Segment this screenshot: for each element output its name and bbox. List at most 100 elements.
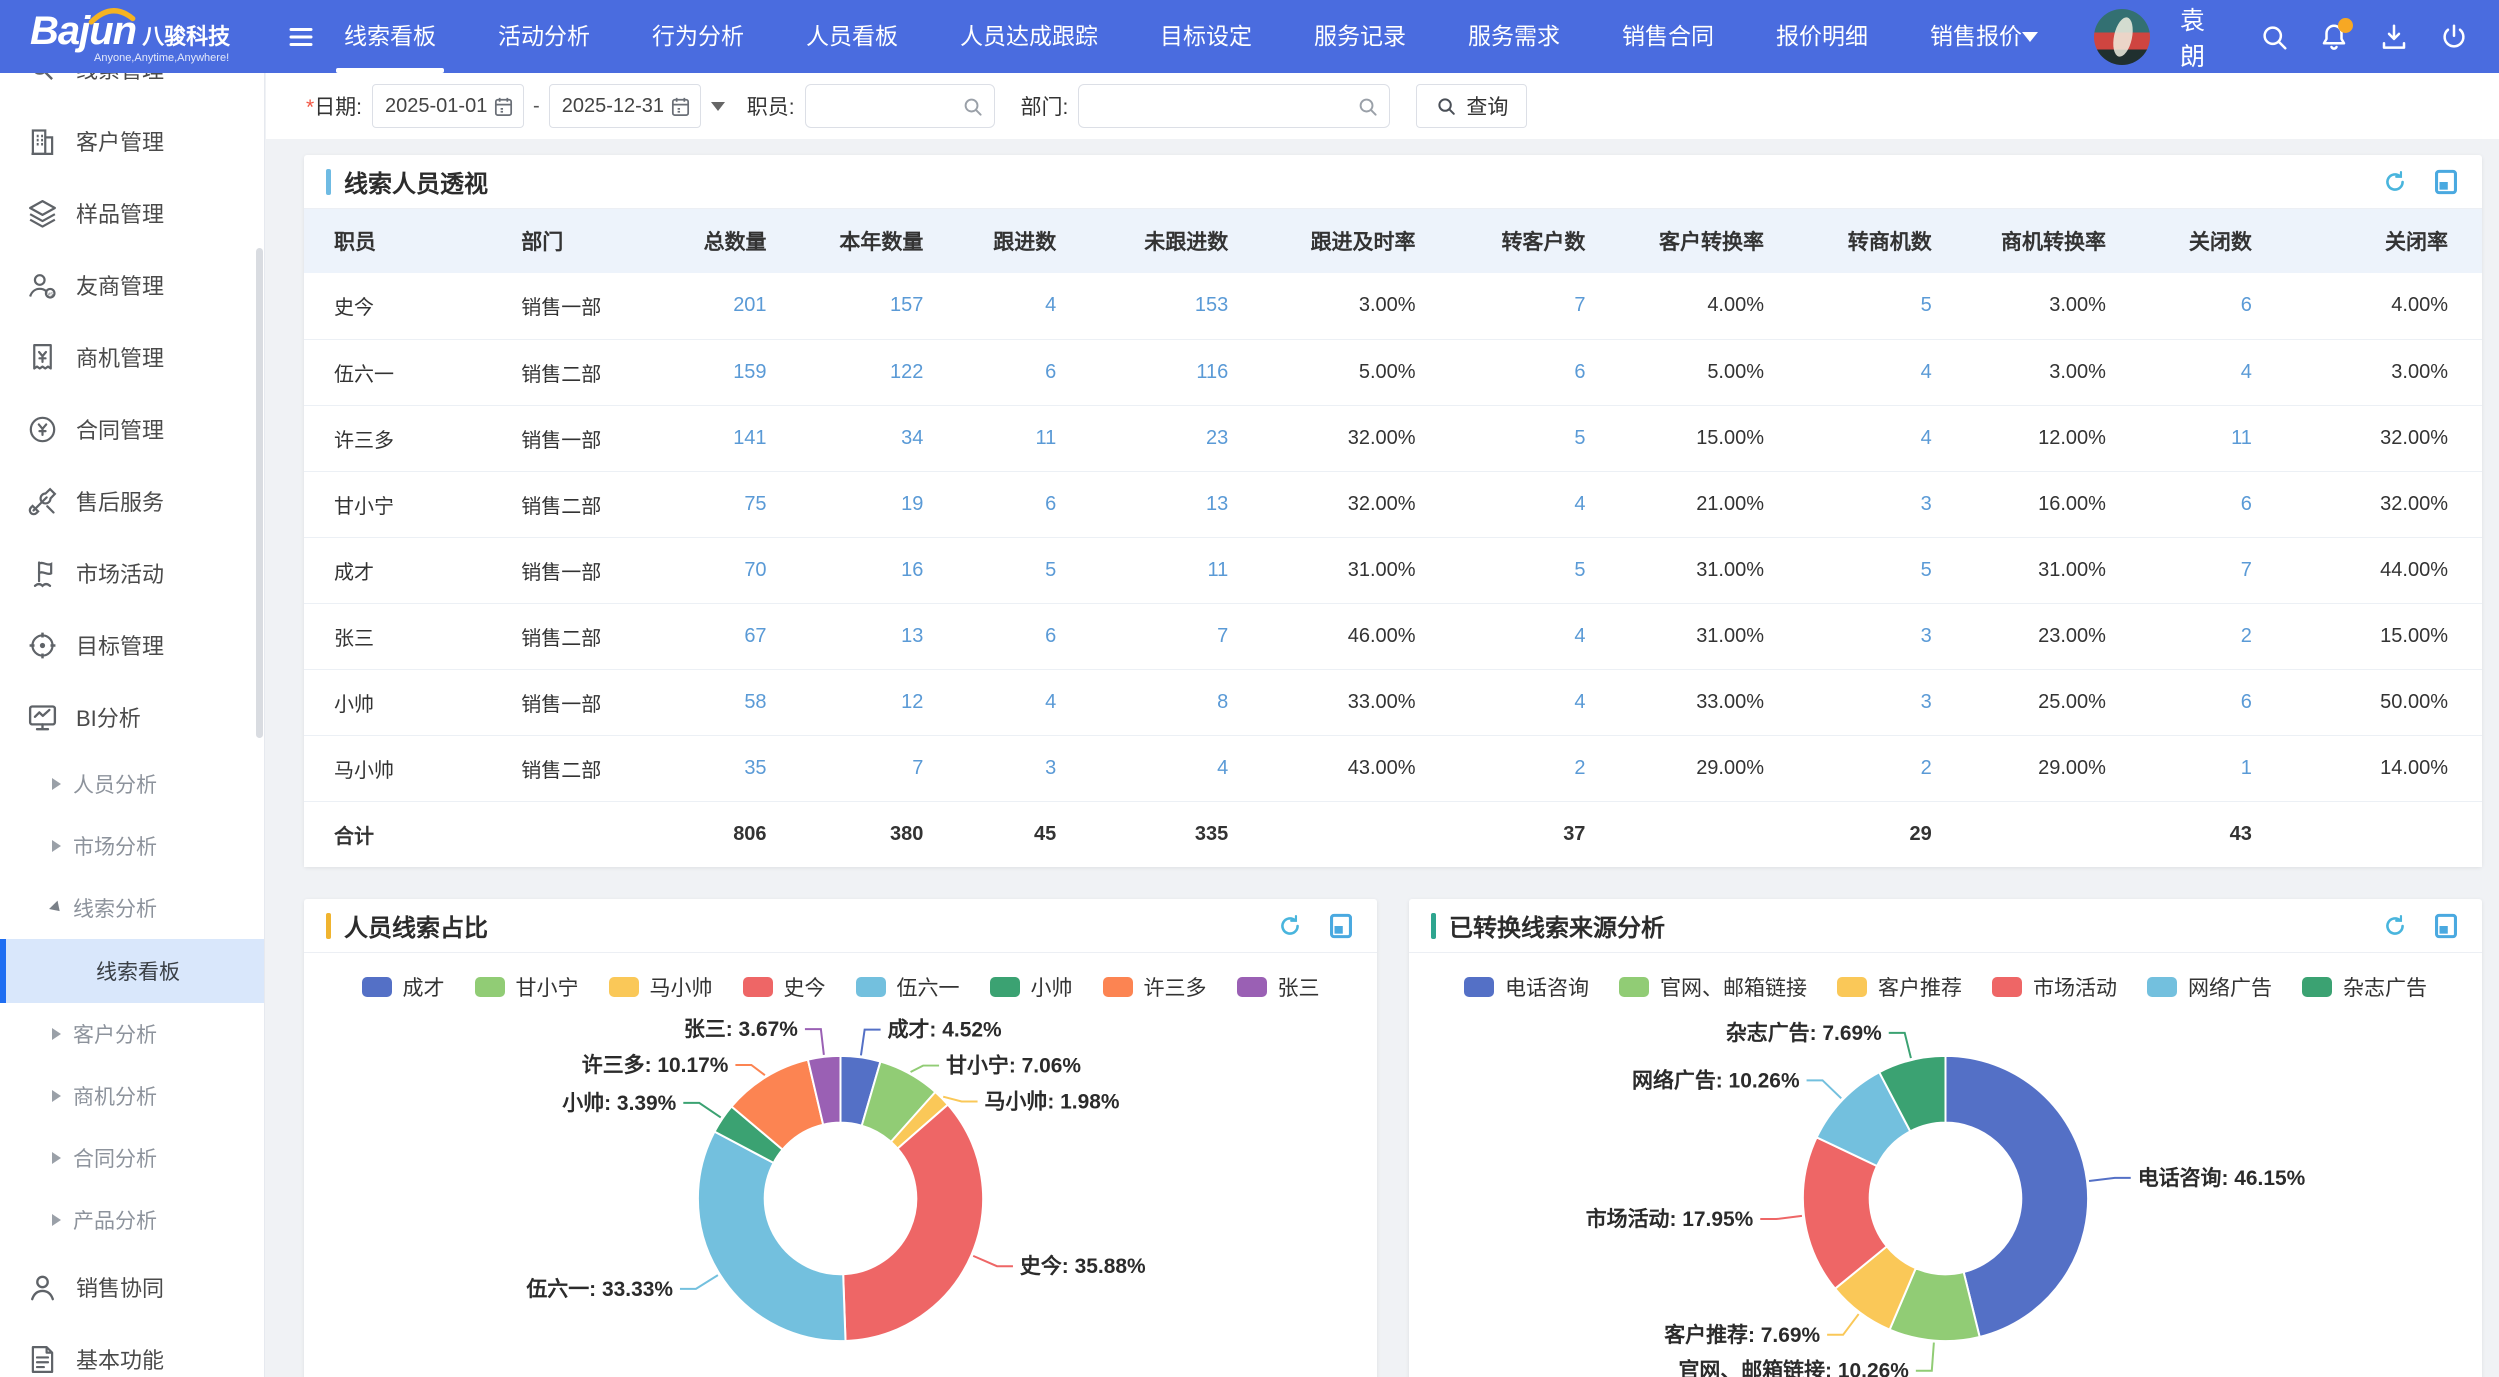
count-link-cell[interactable]: 35 bbox=[670, 735, 801, 801]
date-preset-caret-icon[interactable] bbox=[711, 102, 725, 111]
count-link-cell[interactable]: 6 bbox=[957, 339, 1090, 405]
count-link-cell[interactable]: 1 bbox=[2140, 735, 2286, 801]
sidebar-item-销售协同[interactable]: 销售协同 bbox=[0, 1251, 264, 1323]
donut-chart-personnel[interactable]: 成才: 4.52%甘小宁: 7.06%马小帅: 1.98%史今: 35.88%伍… bbox=[304, 1009, 1377, 1377]
count-link-cell[interactable]: 11 bbox=[1090, 537, 1262, 603]
download-icon[interactable] bbox=[2379, 22, 2409, 52]
count-link-cell[interactable]: 23 bbox=[1090, 405, 1262, 471]
legend-item-官网、邮箱链接[interactable]: 官网、邮箱链接 bbox=[1619, 972, 1807, 1002]
count-link-cell[interactable]: 6 bbox=[1450, 339, 1620, 405]
count-link-cell[interactable]: 11 bbox=[2140, 405, 2286, 471]
count-link-cell[interactable]: 19 bbox=[801, 471, 958, 537]
nav-item-目标设定[interactable]: 目标设定 bbox=[1160, 0, 1252, 73]
sidebar-item-合同管理[interactable]: 合同管理 bbox=[0, 393, 264, 465]
count-link-cell[interactable]: 2 bbox=[1798, 735, 1966, 801]
date-end-input[interactable]: 2025-12-31 bbox=[549, 84, 701, 128]
count-link-cell[interactable]: 7 bbox=[1450, 273, 1620, 339]
count-link-cell[interactable]: 6 bbox=[957, 603, 1090, 669]
sidebar-item-商机管理[interactable]: 商机管理 bbox=[0, 321, 264, 393]
count-link-cell[interactable]: 4 bbox=[957, 669, 1090, 735]
count-link-cell[interactable]: 67 bbox=[670, 603, 801, 669]
legend-item-甘小宁[interactable]: 甘小宁 bbox=[475, 972, 579, 1002]
count-link-cell[interactable]: 201 bbox=[670, 273, 801, 339]
pie-slice-史今[interactable] bbox=[843, 1105, 983, 1341]
count-link-cell[interactable]: 153 bbox=[1090, 273, 1262, 339]
sidebar-item-客户管理[interactable]: 客户管理 bbox=[0, 105, 264, 177]
sidebar-item-基本功能[interactable]: 基本功能 bbox=[0, 1323, 264, 1377]
count-link-cell[interactable]: 4 bbox=[1090, 735, 1262, 801]
count-link-cell[interactable]: 8 bbox=[1090, 669, 1262, 735]
count-link-cell[interactable]: 4 bbox=[1450, 669, 1620, 735]
legend-item-张三[interactable]: 张三 bbox=[1237, 972, 1320, 1002]
sidebar-item-线索管理[interactable]: 线索管理 bbox=[0, 73, 264, 105]
count-link-cell[interactable]: 2 bbox=[2140, 603, 2286, 669]
user-name[interactable]: 袁朗 bbox=[2180, 1, 2229, 73]
legend-item-杂志广告[interactable]: 杂志广告 bbox=[2302, 972, 2427, 1002]
sidebar-subitem-线索分析[interactable]: 线索分析 bbox=[0, 877, 264, 939]
refresh-icon[interactable] bbox=[1277, 913, 1303, 939]
count-link-cell[interactable]: 11 bbox=[957, 405, 1090, 471]
legend-item-网络广告[interactable]: 网络广告 bbox=[2147, 972, 2272, 1002]
sidebar-scrollbar[interactable] bbox=[256, 248, 263, 738]
legend-item-成才[interactable]: 成才 bbox=[362, 972, 445, 1002]
legend-item-马小帅[interactable]: 马小帅 bbox=[609, 972, 713, 1002]
count-link-cell[interactable]: 13 bbox=[801, 603, 958, 669]
sidebar-subitem-人员分析[interactable]: 人员分析 bbox=[0, 753, 264, 815]
nav-item-人员达成跟踪[interactable]: 人员达成跟踪 bbox=[960, 0, 1098, 73]
count-link-cell[interactable]: 5 bbox=[1450, 537, 1620, 603]
legend-item-许三多[interactable]: 许三多 bbox=[1103, 972, 1207, 1002]
sidebar-subitem-客户分析[interactable]: 客户分析 bbox=[0, 1003, 264, 1065]
count-link-cell[interactable]: 13 bbox=[1090, 471, 1262, 537]
count-link-cell[interactable]: 4 bbox=[1798, 339, 1966, 405]
count-link-cell[interactable]: 4 bbox=[957, 273, 1090, 339]
avatar[interactable] bbox=[2094, 9, 2150, 65]
count-link-cell[interactable]: 159 bbox=[670, 339, 801, 405]
search-icon[interactable] bbox=[2259, 22, 2289, 52]
count-link-cell[interactable]: 4 bbox=[1450, 603, 1620, 669]
count-link-cell[interactable]: 70 bbox=[670, 537, 801, 603]
fullscreen-icon[interactable] bbox=[2434, 913, 2458, 939]
count-link-cell[interactable]: 6 bbox=[2140, 273, 2286, 339]
fullscreen-icon[interactable] bbox=[1329, 913, 1353, 939]
legend-item-伍六一[interactable]: 伍六一 bbox=[856, 972, 960, 1002]
count-link-cell[interactable]: 7 bbox=[2140, 537, 2286, 603]
count-link-cell[interactable]: 5 bbox=[1450, 405, 1620, 471]
search-icon[interactable] bbox=[1356, 95, 1379, 118]
count-link-cell[interactable]: 4 bbox=[2140, 339, 2286, 405]
count-link-cell[interactable]: 3 bbox=[957, 735, 1090, 801]
count-link-cell[interactable]: 12 bbox=[801, 669, 958, 735]
count-link-cell[interactable]: 4 bbox=[1798, 405, 1966, 471]
count-link-cell[interactable]: 3 bbox=[1798, 603, 1966, 669]
count-link-cell[interactable]: 5 bbox=[957, 537, 1090, 603]
count-link-cell[interactable]: 58 bbox=[670, 669, 801, 735]
sidebar-item-市场活动[interactable]: 市场活动 bbox=[0, 537, 264, 609]
query-button[interactable]: 查询 bbox=[1416, 84, 1527, 128]
count-link-cell[interactable]: 141 bbox=[670, 405, 801, 471]
search-icon[interactable] bbox=[961, 95, 984, 118]
fullscreen-icon[interactable] bbox=[2434, 169, 2458, 195]
sidebar-item-BI分析[interactable]: BI分析 bbox=[0, 681, 264, 753]
count-link-cell[interactable]: 116 bbox=[1090, 339, 1262, 405]
power-icon[interactable] bbox=[2439, 22, 2469, 52]
legend-item-客户推荐[interactable]: 客户推荐 bbox=[1837, 972, 1962, 1002]
staff-input[interactable] bbox=[818, 95, 961, 118]
sidebar-item-友商管理[interactable]: vs友商管理 bbox=[0, 249, 264, 321]
sidebar-item-样品管理[interactable]: 样品管理 bbox=[0, 177, 264, 249]
count-link-cell[interactable]: 7 bbox=[1090, 603, 1262, 669]
count-link-cell[interactable]: 6 bbox=[2140, 669, 2286, 735]
count-link-cell[interactable]: 122 bbox=[801, 339, 958, 405]
legend-item-电话咨询[interactable]: 电话咨询 bbox=[1464, 972, 1589, 1002]
count-link-cell[interactable]: 157 bbox=[801, 273, 958, 339]
nav-item-销售报价[interactable]: 销售报价 bbox=[1930, 0, 2022, 73]
nav-item-服务记录[interactable]: 服务记录 bbox=[1314, 0, 1406, 73]
nav-overflow-caret-icon[interactable] bbox=[2022, 32, 2038, 42]
dept-input[interactable] bbox=[1091, 95, 1356, 118]
date-start-input[interactable]: 2025-01-01 bbox=[372, 84, 524, 128]
sidebar-subitem-市场分析[interactable]: 市场分析 bbox=[0, 815, 264, 877]
donut-chart-source[interactable]: 电话咨询: 46.15%官网、邮箱链接: 10.26%客户推荐: 7.69%市场… bbox=[1409, 1009, 2482, 1377]
nav-item-人员看板[interactable]: 人员看板 bbox=[806, 0, 898, 73]
nav-item-服务需求[interactable]: 服务需求 bbox=[1468, 0, 1560, 73]
legend-item-小帅[interactable]: 小帅 bbox=[990, 972, 1073, 1002]
nav-item-报价明细[interactable]: 报价明细 bbox=[1776, 0, 1868, 73]
count-link-cell[interactable]: 34 bbox=[801, 405, 958, 471]
